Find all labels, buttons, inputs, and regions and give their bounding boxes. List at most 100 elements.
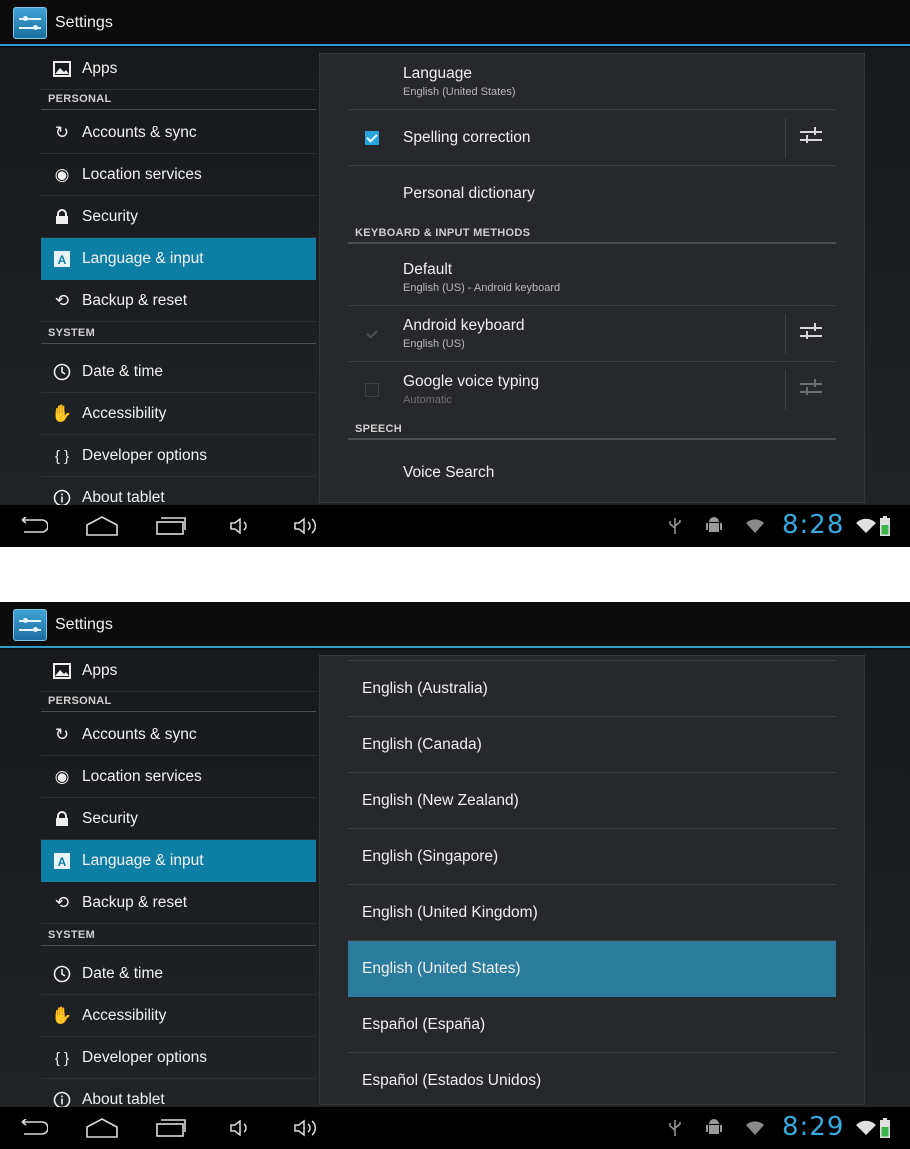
- back-icon[interactable]: [14, 517, 48, 535]
- language-option-label: Español (España): [362, 1016, 486, 1033]
- sidebar-item-accounts-sync[interactable]: ↻ Accounts & sync: [41, 112, 316, 154]
- pref-title: Android keyboard: [403, 317, 525, 334]
- pref-title: Default: [403, 261, 453, 278]
- pref-spelling-correction[interactable]: Spelling correction: [348, 110, 836, 166]
- pref-title: Spelling correction: [403, 129, 531, 146]
- settings-app-icon[interactable]: [13, 7, 47, 39]
- home-icon[interactable]: [84, 1117, 120, 1139]
- wifi-notification-icon: [746, 1121, 764, 1135]
- divider: [785, 314, 786, 354]
- language-option[interactable]: English (Canada): [348, 717, 836, 773]
- sidebar-item-security[interactable]: Security: [41, 196, 316, 238]
- action-bar: Settings: [0, 0, 910, 46]
- sidebar-item-accessibility[interactable]: ✋ Accessibility: [41, 995, 316, 1037]
- sidebar-item-date-time[interactable]: Date & time: [41, 351, 316, 393]
- language-option[interactable]: English (New Zealand): [348, 773, 836, 829]
- braces-icon: { }: [54, 447, 70, 465]
- sync-icon: ↻: [54, 123, 70, 142]
- lock-icon: [52, 207, 72, 227]
- pref-summary: Automatic: [403, 394, 452, 406]
- sidebar-item-apps[interactable]: Apps: [41, 650, 316, 692]
- section-header-speech: SPEECH: [348, 416, 836, 440]
- sidebar-item-about-tablet[interactable]: About tablet: [41, 1079, 316, 1107]
- sidebar-item-label: Apps: [82, 662, 118, 679]
- android-debug-icon: [706, 1119, 722, 1134]
- sidebar-item-language-input[interactable]: A Language & input: [41, 840, 316, 882]
- sidebar-item-location-services[interactable]: ◉ Location services: [41, 756, 316, 798]
- home-icon[interactable]: [84, 515, 120, 537]
- language-option-label: Español (Estados Unidos): [362, 1072, 542, 1089]
- info-icon: [52, 488, 72, 505]
- sidebar-item-accessibility[interactable]: ✋ Accessibility: [41, 393, 316, 435]
- recent-apps-icon[interactable]: [155, 1118, 187, 1138]
- volume-up-icon[interactable]: [293, 1119, 321, 1137]
- back-icon[interactable]: [14, 1119, 48, 1137]
- sidebar-item-developer-options[interactable]: { } Developer options: [41, 435, 316, 477]
- sidebar-item-location-services[interactable]: ◉ Location services: [41, 154, 316, 196]
- sidebar-item-language-input[interactable]: A Language & input: [41, 238, 316, 280]
- pref-title: Personal dictionary: [403, 185, 535, 202]
- battery-icon: [880, 1118, 890, 1138]
- pref-google-voice-typing[interactable]: Google voice typing Automatic: [348, 362, 836, 418]
- settings-sliders-icon: [800, 379, 822, 399]
- pref-summary: English (US) - Android keyboard: [403, 282, 561, 294]
- location-icon: ◉: [54, 767, 70, 786]
- status-clock: 8:28: [782, 510, 845, 540]
- settings-sidebar: Apps PERSONAL ↻ Accounts & sync ◉ Locati…: [0, 650, 316, 1107]
- settings-app-icon[interactable]: [13, 609, 47, 641]
- settings-sliders-icon[interactable]: [800, 127, 822, 147]
- sidebar-item-apps[interactable]: Apps: [41, 48, 316, 90]
- section-header-personal: PERSONAL: [41, 88, 316, 110]
- settings-sidebar: Apps PERSONAL ↻ Accounts & sync ◉ Locati…: [0, 48, 316, 505]
- language-option-label: English (Canada): [362, 736, 482, 753]
- language-input-panel: Language English (United States) Spellin…: [319, 53, 865, 503]
- language-icon: A: [52, 851, 72, 871]
- sidebar-item-label: Backup & reset: [82, 894, 188, 911]
- sidebar-item-label: Language & input: [82, 250, 204, 267]
- pref-summary: English (US): [403, 338, 465, 350]
- google-voice-typing-checkbox[interactable]: [365, 383, 379, 397]
- android-debug-icon: [706, 517, 722, 532]
- divider: [785, 118, 786, 158]
- settings-body: Apps PERSONAL ↻ Accounts & sync ◉ Locati…: [0, 48, 910, 505]
- sidebar-item-date-time[interactable]: Date & time: [41, 953, 316, 995]
- clock-icon: [52, 964, 72, 984]
- pref-personal-dictionary[interactable]: Personal dictionary: [348, 166, 836, 222]
- section-header-personal: PERSONAL: [41, 690, 316, 712]
- settings-sliders-icon[interactable]: [800, 323, 822, 343]
- apps-icon: [52, 661, 72, 681]
- section-header-keyboard: KEYBOARD & INPUT METHODS: [348, 220, 836, 244]
- hand-icon: ✋: [51, 404, 73, 423]
- pref-android-keyboard[interactable]: Android keyboard English (US): [348, 306, 836, 362]
- language-option[interactable]: English (Singapore): [348, 829, 836, 885]
- sidebar-item-about-tablet[interactable]: About tablet: [41, 477, 316, 505]
- sidebar-item-accounts-sync[interactable]: ↻ Accounts & sync: [41, 714, 316, 756]
- sidebar-item-backup-reset[interactable]: ⟲ Backup & reset: [41, 280, 316, 322]
- volume-down-icon[interactable]: [229, 518, 251, 534]
- language-option[interactable]: Español (Estados Unidos): [348, 1053, 836, 1104]
- pref-language[interactable]: Language English (United States): [348, 54, 836, 110]
- hand-icon: ✋: [51, 1006, 73, 1025]
- recent-apps-icon[interactable]: [155, 516, 187, 536]
- language-option[interactable]: English (United Kingdom): [348, 885, 836, 941]
- volume-down-icon[interactable]: [229, 1120, 251, 1136]
- language-option[interactable]: Español (España): [348, 997, 836, 1053]
- spelling-correction-checkbox[interactable]: [365, 131, 379, 145]
- sidebar-item-label: Backup & reset: [82, 292, 188, 309]
- language-option-selected[interactable]: English (United States): [348, 941, 836, 997]
- volume-up-icon[interactable]: [293, 517, 321, 535]
- sidebar-item-label: Date & time: [82, 965, 163, 982]
- sidebar-item-label: About tablet: [82, 489, 165, 505]
- sidebar-item-developer-options[interactable]: { } Developer options: [41, 1037, 316, 1079]
- sidebar-item-backup-reset[interactable]: ⟲ Backup & reset: [41, 882, 316, 924]
- sidebar-item-security[interactable]: Security: [41, 798, 316, 840]
- pref-default-keyboard[interactable]: Default English (US) - Android keyboard: [348, 250, 836, 306]
- language-option[interactable]: English (Australia): [348, 661, 836, 717]
- divider: [785, 370, 786, 410]
- pref-voice-search[interactable]: Voice Search: [348, 446, 836, 502]
- pref-title: Language: [403, 65, 472, 82]
- svg-text:A: A: [58, 855, 67, 869]
- screenshot-language-input: Settings Apps PERSONAL ↻ Accounts & sync…: [0, 0, 910, 547]
- wifi-signal-icon: [856, 1120, 876, 1135]
- sidebar-item-label: Date & time: [82, 363, 163, 380]
